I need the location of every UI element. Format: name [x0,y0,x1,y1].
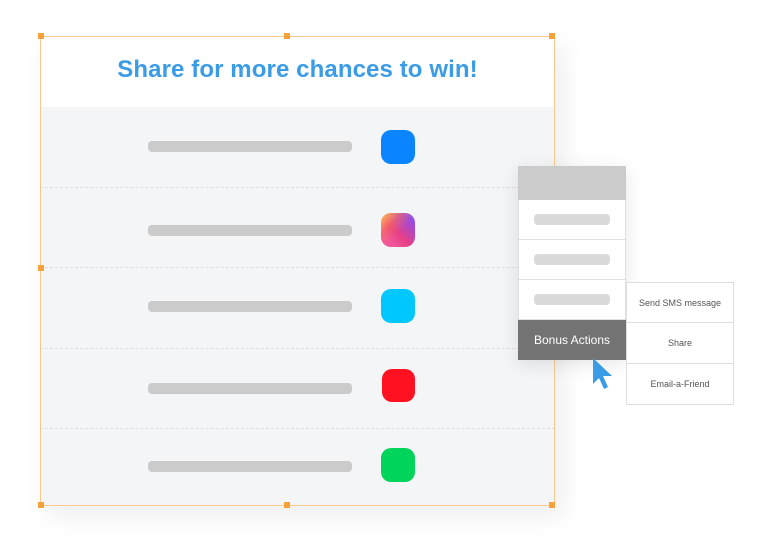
widget-header: Share for more chances to win! [40,36,555,107]
placeholder-bar [534,294,610,305]
share-row[interactable] [40,428,555,506]
widget-title: Share for more chances to win! [117,56,478,83]
share-row[interactable] [40,107,555,187]
resize-handle-left[interactable] [38,265,44,271]
menu-item-bonus-actions[interactable]: Bonus Actions [518,320,626,360]
share-list [40,107,555,506]
submenu-item-share[interactable]: Share [626,323,734,364]
placeholder-bar [148,301,352,312]
messenger-icon[interactable] [381,130,415,164]
placeholder-bar [534,254,610,265]
pinterest-icon[interactable] [382,369,415,402]
share-row[interactable] [40,348,555,428]
menu-item[interactable] [518,200,626,240]
resize-handle-top-left[interactable] [38,33,44,39]
share-row[interactable] [40,187,555,267]
placeholder-bar [148,225,352,236]
placeholder-bar [148,141,352,152]
resize-handle-bottom[interactable] [284,502,290,508]
mouse-cursor-icon [593,358,612,389]
placeholder-bar [534,214,610,225]
share-widget: Share for more chances to win! [40,36,555,506]
menu-item[interactable] [518,280,626,320]
menu-item[interactable] [518,240,626,280]
bonus-actions-submenu: Send SMS message Share Email-a-Friend [626,282,734,405]
resize-handle-bottom-right[interactable] [549,502,555,508]
twitter-icon[interactable] [381,289,415,323]
selection-border-left [40,36,41,506]
menu-item-label: Bonus Actions [533,333,611,347]
selection-border-top [40,36,555,37]
placeholder-bar [148,461,352,472]
actions-menu: Bonus Actions [518,166,626,360]
resize-handle-top[interactable] [284,33,290,39]
placeholder-bar [148,383,352,394]
selection-border-bottom [40,505,555,506]
whatsapp-icon[interactable] [381,448,415,482]
share-row[interactable] [40,267,555,347]
submenu-item-email-a-friend[interactable]: Email-a-Friend [626,364,734,405]
resize-handle-bottom-left[interactable] [38,502,44,508]
instagram-icon[interactable] [381,213,415,247]
submenu-item-send-sms[interactable]: Send SMS message [626,282,734,323]
menu-header [518,166,626,200]
resize-handle-top-right[interactable] [549,33,555,39]
